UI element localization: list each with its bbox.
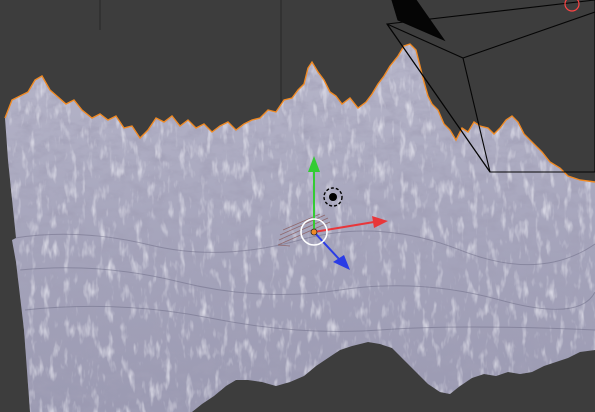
viewport-canvas[interactable] xyxy=(0,0,595,412)
3d-viewport[interactable] xyxy=(0,0,595,412)
terrain-mesh[interactable] xyxy=(0,0,595,412)
object-origin xyxy=(310,228,318,236)
